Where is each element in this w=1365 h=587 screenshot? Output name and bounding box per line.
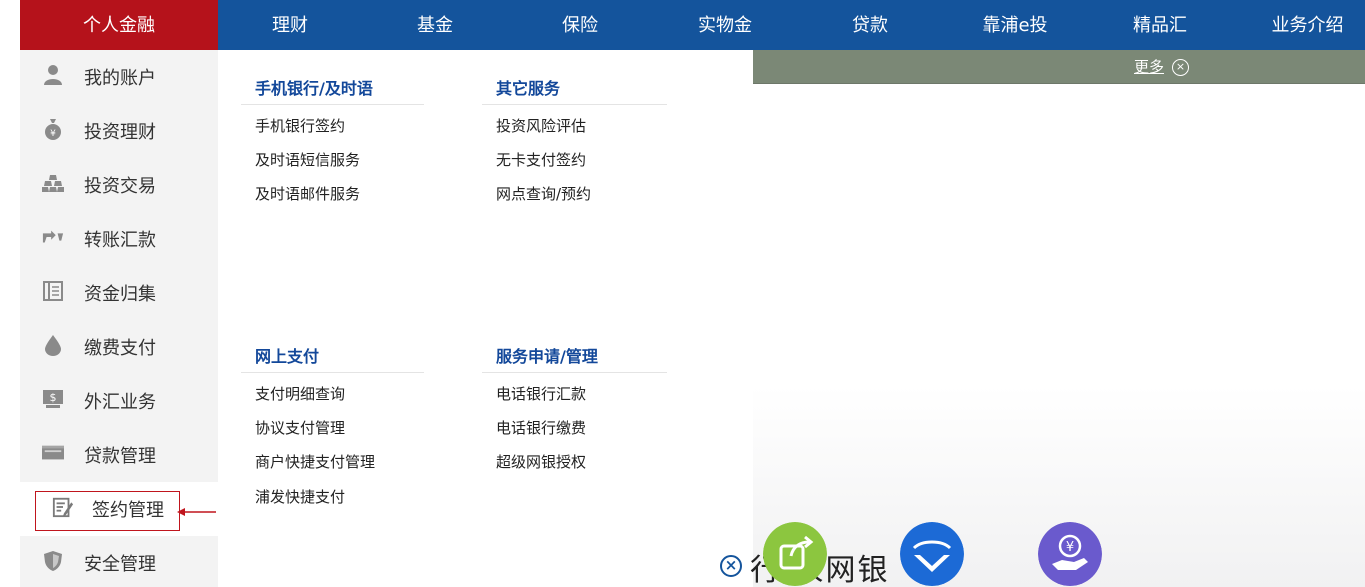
user-icon	[42, 64, 64, 86]
sidebar-item-label: 缴费支付	[84, 338, 156, 359]
menu-link-spdb-quick-pay[interactable]: 浦发快捷支付	[255, 486, 345, 507]
sidebar-item-security[interactable]: 安全管理	[20, 536, 218, 587]
dollar-screen-icon: $	[42, 388, 64, 410]
sidebar-item-label: 签约管理	[92, 500, 164, 521]
menu-link-cardless-payment[interactable]: 无卡支付签约	[496, 149, 586, 170]
water-drop-icon	[42, 334, 64, 356]
money-bag-icon: ¥	[42, 118, 64, 140]
yuan-payment-icon[interactable]: ¥	[1038, 522, 1102, 586]
sidebar-item-my-account[interactable]: 我的账户	[20, 50, 218, 104]
group-title-online-payment: 网上支付	[255, 347, 320, 366]
close-icon[interactable]: ×	[1172, 59, 1189, 76]
group-divider	[482, 372, 667, 373]
group-title-service-management: 服务申请/管理	[496, 347, 598, 366]
gold-bars-icon	[42, 172, 64, 194]
ledger-icon	[42, 280, 64, 302]
menu-link-risk-assessment[interactable]: 投资风险评估	[496, 115, 586, 136]
menu-link-phone-bill-payment[interactable]: 电话银行缴费	[496, 417, 586, 438]
sidebar-item-trading[interactable]: 投资交易	[20, 158, 218, 212]
group-title-other-services: 其它服务	[496, 79, 561, 98]
top-navigation-bar: 个人金融 理财 基金 保险 实物金 贷款 靠浦e投 精品汇 业务介绍	[0, 0, 1365, 50]
menu-link-payment-details[interactable]: 支付明细查询	[255, 383, 345, 404]
sign-document-icon	[52, 496, 74, 518]
sidebar-item-label: 转账汇款	[84, 230, 156, 251]
nav-tab-wealth[interactable]: 理财	[240, 0, 340, 50]
svg-text:¥: ¥	[1066, 540, 1074, 555]
svg-text:$: $	[50, 391, 57, 404]
nav-tab-boutique[interactable]: 精品汇	[1110, 0, 1210, 50]
sidebar-item-label: 我的账户	[84, 68, 156, 89]
sidebar-item-fund-collection[interactable]: 资金归集	[20, 266, 218, 320]
svg-text:¥: ¥	[50, 129, 56, 139]
menu-link-agreement-payment[interactable]: 协议支付管理	[255, 417, 345, 438]
sidebar-item-label: 安全管理	[84, 554, 156, 575]
menu-link-phone-transfer[interactable]: 电话银行汇款	[496, 383, 586, 404]
group-divider	[482, 104, 667, 105]
transfer-icon	[42, 226, 64, 248]
left-margin	[0, 50, 20, 587]
nav-tab-physical-gold[interactable]: 实物金	[675, 0, 775, 50]
group-divider	[241, 104, 424, 105]
nav-tab-e-invest[interactable]: 靠浦e投	[960, 0, 1070, 50]
group-divider	[241, 372, 424, 373]
sidebar-item-forex[interactable]: $ 外汇业务	[20, 374, 218, 428]
menu-link-mobile-banking-signup[interactable]: 手机银行签约	[255, 115, 345, 136]
sidebar-item-label: 贷款管理	[84, 446, 156, 467]
nav-left-gap	[0, 0, 20, 50]
nav-tab-insurance[interactable]: 保险	[530, 0, 630, 50]
menu-link-branch-lookup[interactable]: 网点查询/预约	[496, 183, 591, 204]
menu-link-sms-service[interactable]: 及时语短信服务	[255, 149, 360, 170]
sidebar-item-loan-management[interactable]: 贷款管理	[20, 428, 218, 482]
shield-icon	[42, 550, 64, 572]
sidebar-item-label: 投资理财	[84, 122, 156, 143]
sidebar-item-bill-payment[interactable]: 缴费支付	[20, 320, 218, 374]
bank-logo-icon[interactable]	[900, 522, 964, 586]
sidebar-item-investment[interactable]: ¥ 投资理财	[20, 104, 218, 158]
group-title-mobile-banking: 手机银行/及时语	[255, 79, 373, 98]
nav-tab-personal-finance[interactable]: 个人金融	[20, 0, 218, 50]
contract-management-submenu: 手机银行/及时语 手机银行签约 及时语短信服务 及时语邮件服务 其它服务 投资风…	[218, 50, 753, 587]
nav-tab-fund[interactable]: 基金	[385, 0, 485, 50]
sidebar-item-label: 资金归集	[84, 284, 156, 305]
more-link[interactable]: 更多	[1134, 56, 1164, 77]
annotation-arrow-icon	[177, 508, 216, 516]
share-icon[interactable]	[763, 522, 827, 586]
menu-link-super-ebank-auth[interactable]: 超级网银授权	[496, 451, 586, 472]
menu-link-merchant-quick-pay[interactable]: 商户快捷支付管理	[255, 451, 375, 472]
nav-tab-loans[interactable]: 贷款	[820, 0, 920, 50]
sidebar-item-transfer[interactable]: 转账汇款	[20, 212, 218, 266]
circle-close-icon[interactable]: ×	[720, 555, 742, 577]
wallet-icon	[42, 442, 64, 464]
sidebar-item-label: 投资交易	[84, 176, 156, 197]
nav-tab-business-intro[interactable]: 业务介绍	[1255, 0, 1360, 50]
sidebar-item-label: 外汇业务	[84, 392, 156, 413]
menu-link-email-service[interactable]: 及时语邮件服务	[255, 183, 360, 204]
